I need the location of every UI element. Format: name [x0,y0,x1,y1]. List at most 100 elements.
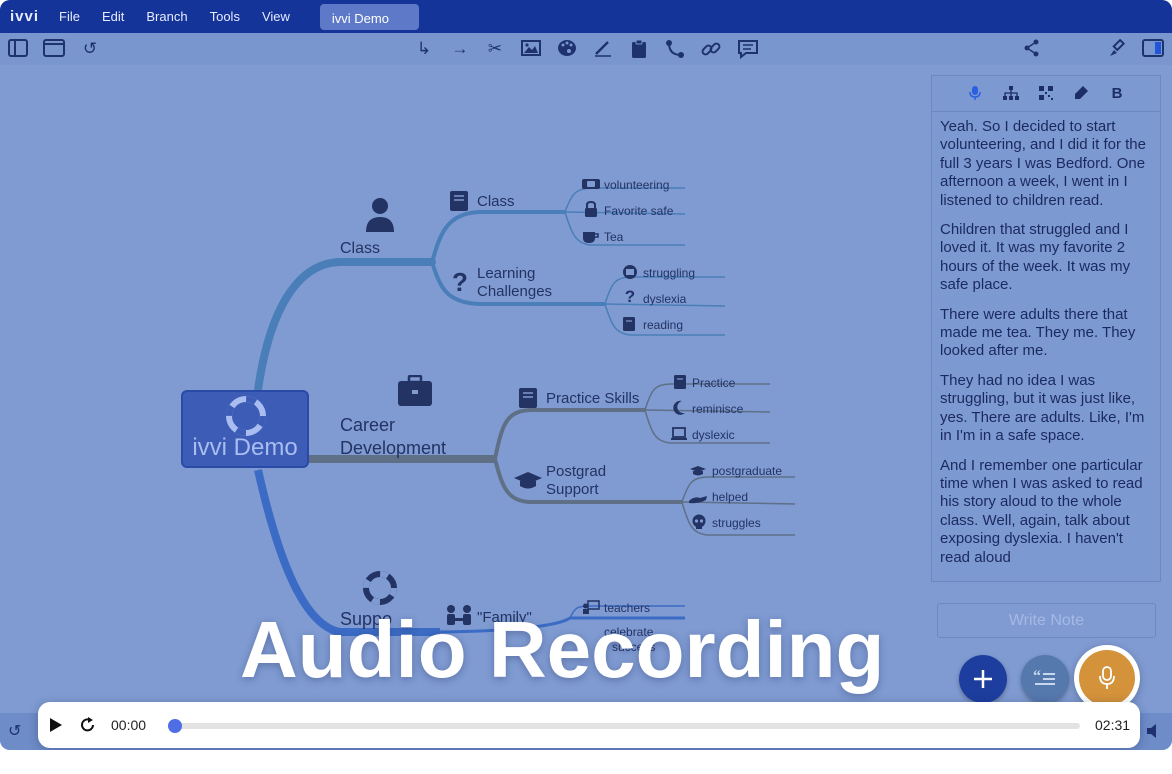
sidebar-icon[interactable] [8,39,28,59]
note-paragraph: And I remember one particular time when … [940,456,1143,566]
question-small-icon: ? [624,287,636,306]
document-tab[interactable]: ivvi Demo [319,3,419,30]
menu-view[interactable]: View [262,9,290,24]
handshake-icon [581,177,601,196]
node-postgrad-support[interactable]: Postgrad Support [546,463,606,499]
play-icon [50,718,62,732]
bold-icon[interactable]: B [1108,85,1126,103]
write-note-input[interactable]: Write Note [937,603,1156,638]
leaf-dyslexic[interactable]: dyslexic [692,428,735,442]
palette-icon[interactable] [557,39,577,59]
link-icon[interactable] [701,39,721,59]
note-paragraph: They had no idea I was struggling, but i… [940,371,1145,445]
current-time: 00:00 [111,717,147,733]
connector-root-class [254,258,436,394]
progress-track[interactable] [168,719,1080,733]
footer-volume-icon[interactable] [1146,723,1162,739]
record-button-inner [1079,650,1135,706]
notes-text[interactable]: Yeah. So I decided to start volunteering… [940,118,1154,581]
footer-undo-icon[interactable]: ↺ [8,721,28,741]
main-toolbar: ↺ ↳ → ✂ [0,33,1172,65]
moon-icon [672,400,686,421]
book-leaf-icon [673,374,687,395]
scissors-icon[interactable]: ✂ [485,39,505,59]
menu-edit[interactable]: Edit [102,9,124,24]
menu-bar: ivvi File Edit Branch Tools View ivvi De… [0,0,1172,33]
briefcase-icon [397,374,433,412]
lock-icon [584,200,598,222]
leaf-favorite-safe[interactable]: Favorite safe [604,204,673,218]
node-class[interactable]: Class [340,240,380,258]
hierarchy-icon[interactable] [1002,85,1020,103]
notes-toolbar: B [932,76,1160,112]
graduation-cap-icon [513,471,543,496]
leaf-struggling[interactable]: struggling [643,266,695,280]
leaf-reminisce[interactable]: reminisce [692,402,743,416]
book-small-icon [622,316,636,337]
book-practice-icon [518,387,538,414]
question-icon: ? [452,267,468,297]
leaf-tea[interactable]: Tea [604,230,623,244]
leaf-reading[interactable]: reading [643,318,683,332]
highlighter-icon[interactable] [1072,85,1090,103]
connector-class-class [430,210,565,263]
duration-time: 02:31 [1095,717,1131,733]
hand-icon [688,491,708,509]
connector-career-practice [493,408,645,460]
microphone-record-icon [1099,666,1115,689]
menu-branch[interactable]: Branch [146,9,187,24]
node-class-class[interactable]: Class [477,193,515,211]
leaf-struggles[interactable]: struggles [712,516,761,530]
menu-tools[interactable]: Tools [210,9,240,24]
app-window: ivvi File Edit Branch Tools View ivvi De… [0,0,1172,750]
clipboard-icon[interactable] [629,39,649,59]
struggle-icon [622,264,638,285]
leaf-postgraduate[interactable]: postgraduate [712,464,782,478]
lifebuoy-icon [226,396,266,436]
app-logo: ivvi [10,8,40,25]
notes-panel: B Yeah. So I decided to start volunteeri… [931,75,1161,582]
microphone-icon[interactable] [966,85,984,103]
window-icon[interactable] [43,39,65,59]
branch-arrow-icon[interactable]: ↳ [414,39,434,59]
menu-file[interactable]: File [59,9,80,24]
image-icon[interactable] [521,39,541,59]
overlay-title: Audio Recording [240,605,885,694]
node-career-development[interactable]: Career Development [340,414,446,460]
person-icon [364,197,396,238]
node-learning-challenges[interactable]: Learning Challenges [477,265,552,301]
redo-icon [81,717,94,732]
arrow-right-icon[interactable]: → [450,39,470,59]
grad-cap-small-icon [689,464,707,482]
quote-lines-icon: “ [1033,669,1055,685]
book-icon [449,190,469,217]
leaf-dyslexia[interactable]: dyslexia [643,292,686,306]
undo-icon[interactable]: ↺ [80,39,100,59]
plus-icon [974,670,992,688]
progress-knob[interactable] [168,719,182,733]
add-button[interactable] [959,655,1007,703]
note-paragraph: There were adults there that made me tea… [940,305,1136,360]
panel-icon[interactable] [1142,39,1164,59]
root-node-label: ivvi Demo [192,434,298,461]
comment-icon[interactable] [737,39,758,60]
teacup-icon [582,230,600,249]
skull-icon [691,514,707,535]
qr-icon[interactable] [1037,85,1055,103]
leaf-volunteering[interactable]: volunteering [604,178,669,192]
replay-button[interactable] [80,717,96,738]
play-button[interactable] [48,717,64,738]
notes-button[interactable]: “ [1021,655,1069,703]
pen-icon[interactable] [593,39,613,59]
leaf-practice[interactable]: Practice [692,376,735,390]
share-icon[interactable] [1022,39,1042,59]
note-paragraph: Yeah. So I decided to start volunteering… [940,118,1146,209]
audio-player: 00:00 02:31 [38,702,1140,748]
root-node[interactable]: ivvi Demo [181,390,309,468]
svg-text:“: “ [1033,669,1041,685]
node-practice-skills[interactable]: Practice Skills [546,390,639,408]
laptop-icon [670,427,688,446]
leaf-helped[interactable]: helped [712,490,748,504]
brush-icon[interactable] [1107,38,1127,59]
connector-icon[interactable] [665,39,685,59]
